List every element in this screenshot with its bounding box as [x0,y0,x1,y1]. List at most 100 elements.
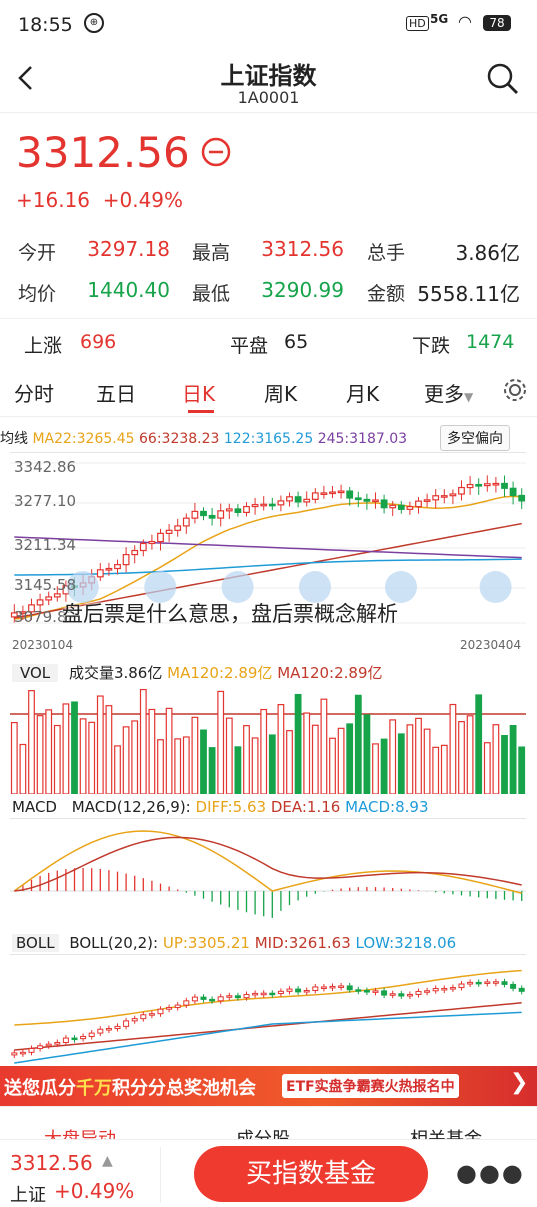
volume-bar [260,708,268,794]
candle-body [406,506,414,510]
footer-divider [0,1139,537,1140]
app-notification-icon: ⊕ [84,13,104,33]
candle-body [294,496,302,503]
active-tab-indicator [188,410,214,413]
bottom-tab-market-moves[interactable]: 大盘异动 [44,1125,116,1139]
candle-body [466,483,474,489]
tab-weekly-k[interactable]: 周K [264,378,297,407]
stat-value-amount: 5558.11亿 [417,282,520,306]
candle-body [174,525,182,531]
boll-candle-body [389,993,396,996]
y-label-1: 3342.86 [14,458,77,476]
boll-chart[interactable] [10,954,526,1065]
vol-indicator-label[interactable]: VOL [12,664,59,682]
banner-etf-badge: ETF实盘争霸赛火热报名中 [282,1074,459,1098]
volume-bar [277,704,285,794]
candle-body [114,564,121,570]
market-breadth: 上涨 696 平盘 65 下跌 1474 [0,318,537,365]
settings-gear-icon[interactable] [503,378,527,402]
boll-candle-body [312,986,319,991]
volume-bar [45,709,53,794]
boll-candle-body [200,996,207,1000]
more-options-icon[interactable]: ●●● [456,1159,525,1187]
volume-bar [157,739,164,794]
volume-bar [62,703,70,794]
volume-bar [320,698,328,794]
volume-bar [389,719,397,794]
stat-label-volume: 总手 [367,242,406,264]
boll-indicator-label[interactable]: BOLL [12,934,59,952]
chart-tabs: 分时 五日 日K 周K 月K 更多▼ [0,366,537,417]
tab-more[interactable]: 更多▼ [424,378,473,407]
boll-candle-body [11,1052,18,1056]
footer-index-name: 上证 [10,1185,46,1206]
volume-bar [71,701,78,794]
volume-bar [28,690,35,794]
search-icon[interactable] [486,62,520,96]
stat-value-volume: 3.86亿 [455,241,520,265]
boll-candle-body [131,1018,138,1022]
candle-body [303,498,311,503]
boll-candle-body [458,983,465,989]
expand-up-icon[interactable]: ▲ [102,1153,113,1169]
chevron-down-icon: ▼ [464,390,474,404]
candle-body [200,510,207,517]
boll-candle-body [157,1008,164,1015]
candle-body [139,542,147,552]
volume-bar [466,715,474,794]
boll-candle-body [467,981,474,985]
volume-bar [225,717,233,794]
macd-indicator-label[interactable]: MACD [12,798,57,816]
bottom-tab-constituents[interactable]: 成分股 [236,1125,290,1139]
boll-candle-body [432,988,439,992]
volume-bar [337,727,345,794]
current-price: 3312.56 [16,128,190,177]
stat-label-amount: 金额 [367,283,406,305]
vol-ma2: MA120:2.89亿 [277,664,383,682]
candle-body [440,495,448,498]
candle-body [260,503,268,507]
bottom-tab-related-funds[interactable]: 相关基金 [410,1125,482,1139]
boll-params: BOLL(20,2): [69,934,159,952]
stat-label-high: 最高 [192,242,231,264]
candle-body [492,482,500,486]
tab-five-day[interactable]: 五日 [96,378,136,407]
tab-monthly-k[interactable]: 月K [346,378,379,407]
boll-candle-body [449,987,456,990]
candle-body [432,495,440,501]
volume-bar [191,716,199,794]
boll-candle-body [37,1045,44,1050]
macd-params: MACD(12,26,9): [71,798,191,816]
banner-text: 送您瓜分千万积分分总奖池机会 [4,1074,256,1100]
buy-index-fund-button[interactable]: 买指数基金 [194,1146,428,1202]
volume-bar [208,747,216,794]
remove-watchlist-icon[interactable] [200,136,232,168]
page-title: 上证指数 [220,62,317,90]
status-time: 18:55 [18,14,73,36]
volume-bar [165,707,173,794]
promo-banner[interactable]: 送您瓜分千万积分分总奖池机会 ETF实盘争霸赛火热报名中 ❯ [0,1066,537,1106]
macd-value: MACD:8.93 [345,798,429,816]
macd-dea: DEA:1.16 [270,798,341,816]
boll-candle-body [166,1007,173,1010]
boll-candle-body [338,985,345,988]
boll-candle-body [406,993,413,997]
candle-body [397,504,405,510]
volume-bar [217,690,225,794]
candle-body [380,499,388,509]
stat-label-avg: 均价 [18,283,57,305]
bias-mode-button[interactable]: 多空偏向 [440,425,510,451]
tab-intraday[interactable]: 分时 [14,378,54,407]
boll-legend: BOLL BOLL(20,2): UP:3305.21 MID:3261.63 … [12,934,456,952]
volume-bar [354,694,362,794]
boll-candle-body [114,1025,121,1030]
volume-bar [372,743,379,794]
boll-candle-body [510,983,517,989]
boll-candle-body [492,981,499,984]
volume-chart[interactable] [10,684,526,794]
boll-candle-body [234,995,241,999]
boll-mid-line [14,1002,522,1051]
ma22-value: MA22:3265.45 [32,431,135,447]
tab-daily-k[interactable]: 日K [182,378,215,407]
macd-chart[interactable] [10,818,526,931]
